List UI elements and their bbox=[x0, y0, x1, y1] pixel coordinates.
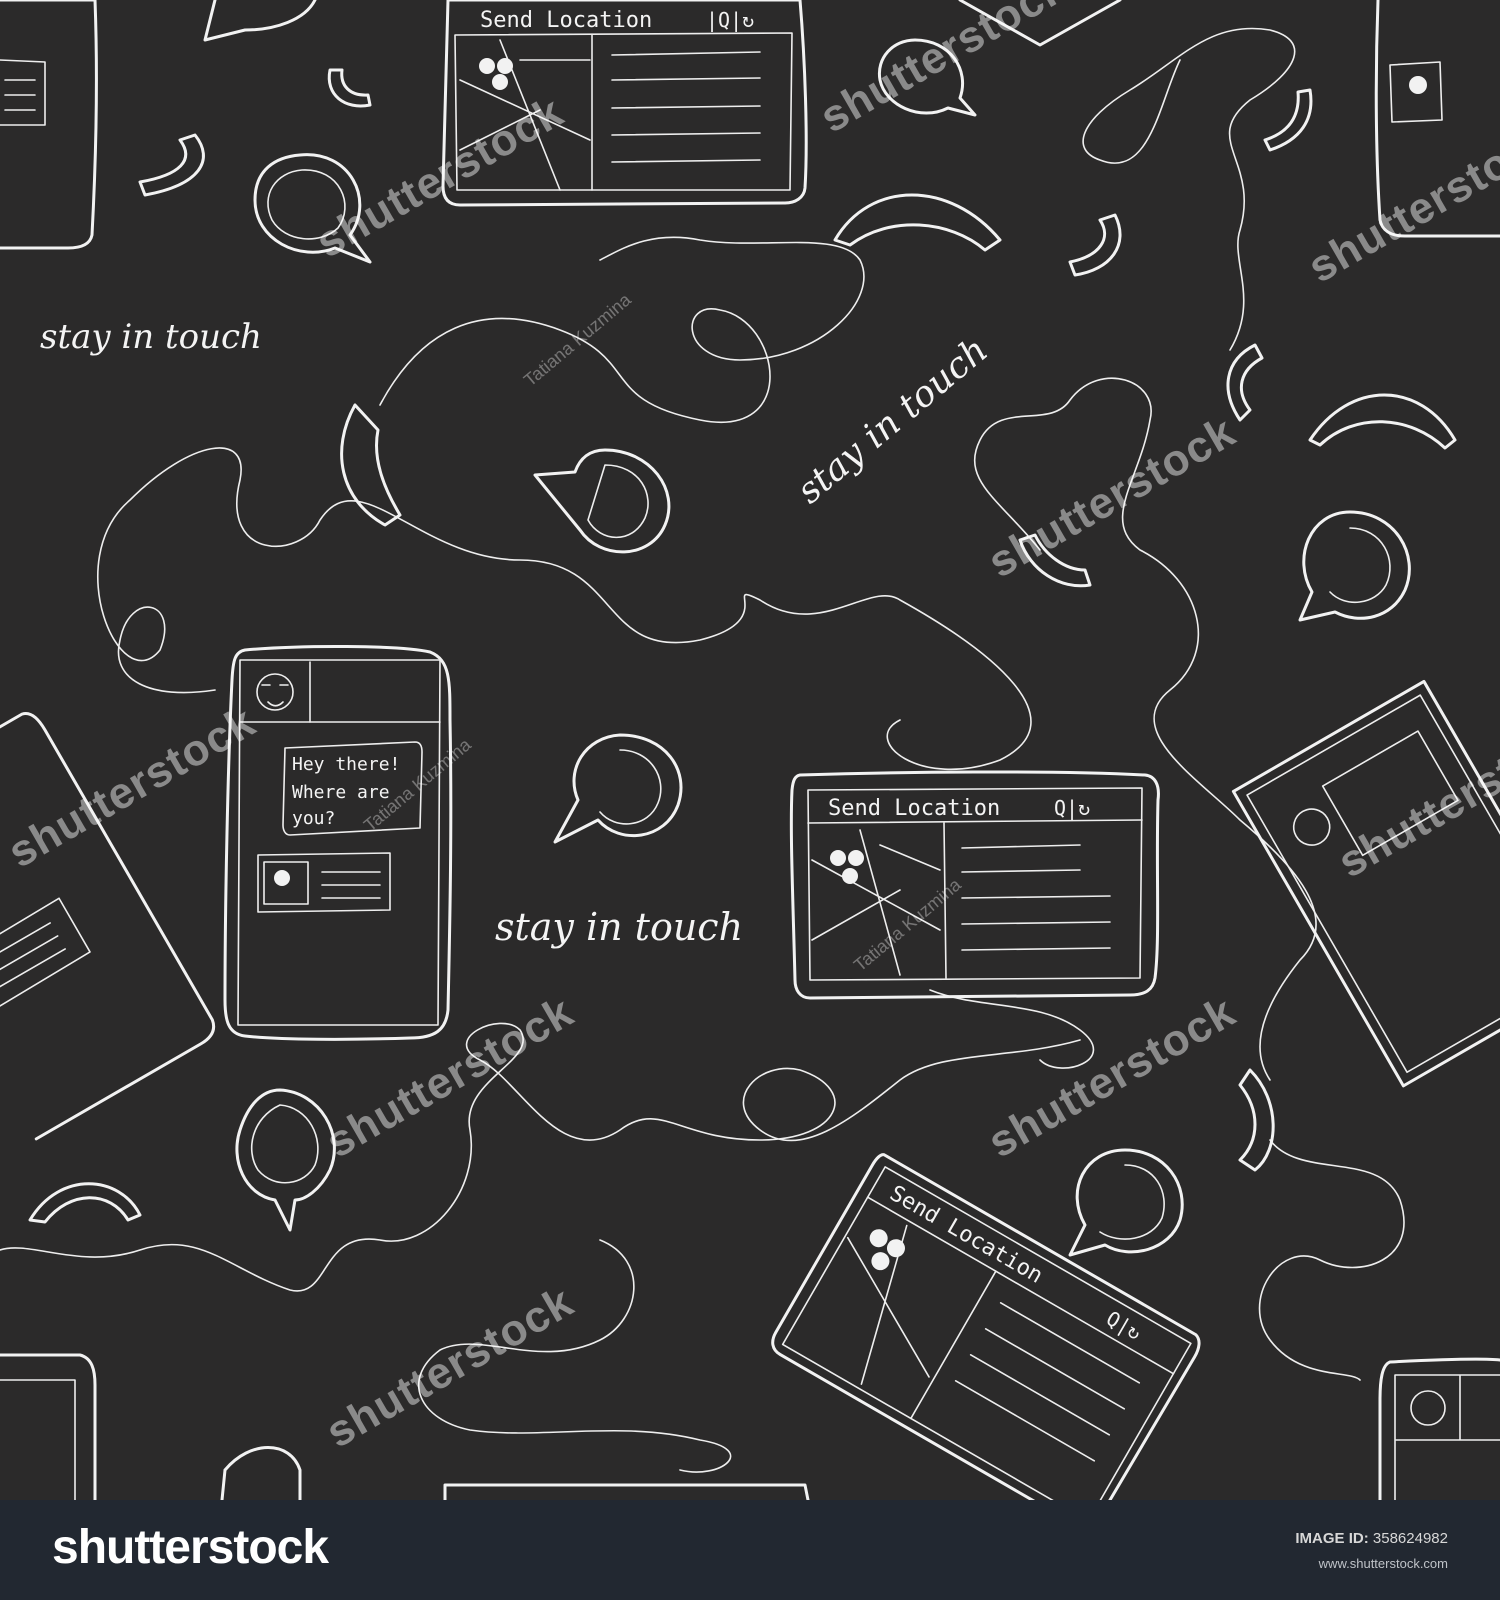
phone-cord bbox=[929, 989, 1095, 1069]
handset-icon bbox=[1238, 1068, 1275, 1172]
handset-icon bbox=[28, 1182, 142, 1224]
speech-bubble-icon bbox=[235, 1088, 336, 1232]
phone-cord bbox=[1258, 1139, 1405, 1381]
handset-icon bbox=[1226, 343, 1264, 422]
smartphone-chat: Hey there! Where are you? bbox=[223, 644, 453, 1041]
tablet-title: Send Location bbox=[480, 8, 652, 33]
smartphone-partial bbox=[1378, 1357, 1500, 1500]
speech-bubble-icon bbox=[220, 1446, 302, 1500]
tablet-send-location: Send Location Q|↻ bbox=[789, 770, 1160, 1000]
handset-icon bbox=[1068, 213, 1122, 277]
handset-icon bbox=[340, 403, 402, 527]
speech-bubble-icon bbox=[1298, 510, 1411, 622]
handset-icon bbox=[138, 133, 205, 197]
phone-cord bbox=[1082, 27, 1296, 351]
footer-url: www.shutterstock.com bbox=[1318, 1556, 1448, 1571]
smartphone-partial bbox=[1231, 679, 1500, 1088]
search-refresh-icon: Q|↻ bbox=[1054, 796, 1090, 820]
handset-icon bbox=[1263, 88, 1313, 152]
phone-cord bbox=[0, 1022, 1081, 1292]
handset-icon bbox=[327, 68, 372, 108]
smartphone-partial bbox=[0, 1353, 97, 1500]
tablet-send-location: Send Location Q|↻ bbox=[771, 1153, 1201, 1500]
phone-cord bbox=[379, 236, 865, 423]
slogan-text: stay in touch bbox=[495, 905, 743, 949]
chat-line-1: Hey there! bbox=[292, 754, 400, 775]
footer-logo: shutterstock bbox=[52, 1521, 329, 1574]
slogan-text: stay in touch bbox=[789, 329, 995, 511]
tablet-send-location: Send Location |Q|↻ bbox=[441, 0, 808, 207]
chat-line-2: Where are bbox=[292, 782, 390, 803]
search-refresh-icon: Q|↻ bbox=[1102, 1306, 1145, 1345]
handset-icon bbox=[1308, 393, 1457, 450]
search-refresh-icon: |Q|↻ bbox=[706, 8, 754, 32]
chat-line-3: you? bbox=[292, 808, 335, 829]
speech-bubble-icon bbox=[553, 733, 683, 844]
speech-bubble-icon bbox=[1068, 1148, 1184, 1257]
image-id: IMAGE ID: 358624982 bbox=[1295, 1530, 1448, 1547]
tablet-title: Send Location bbox=[828, 796, 1000, 821]
speech-bubble-icon bbox=[533, 448, 671, 554]
image-id-value: 358624982 bbox=[1372, 1530, 1448, 1547]
handset-icon bbox=[833, 193, 1002, 252]
slogan-text: stay in touch bbox=[40, 317, 262, 357]
pattern-canvas: Hey there! Where are you? Send Location |Q… bbox=[0, 0, 1500, 1500]
speech-bubble-icon bbox=[203, 0, 317, 42]
tablet-partial bbox=[443, 1483, 810, 1500]
image-id-label: IMAGE ID: bbox=[1295, 1530, 1369, 1547]
stock-footer-bar: shutterstock IMAGE ID: 358624982 www.shu… bbox=[0, 1500, 1500, 1600]
smartphone-partial bbox=[0, 0, 98, 250]
